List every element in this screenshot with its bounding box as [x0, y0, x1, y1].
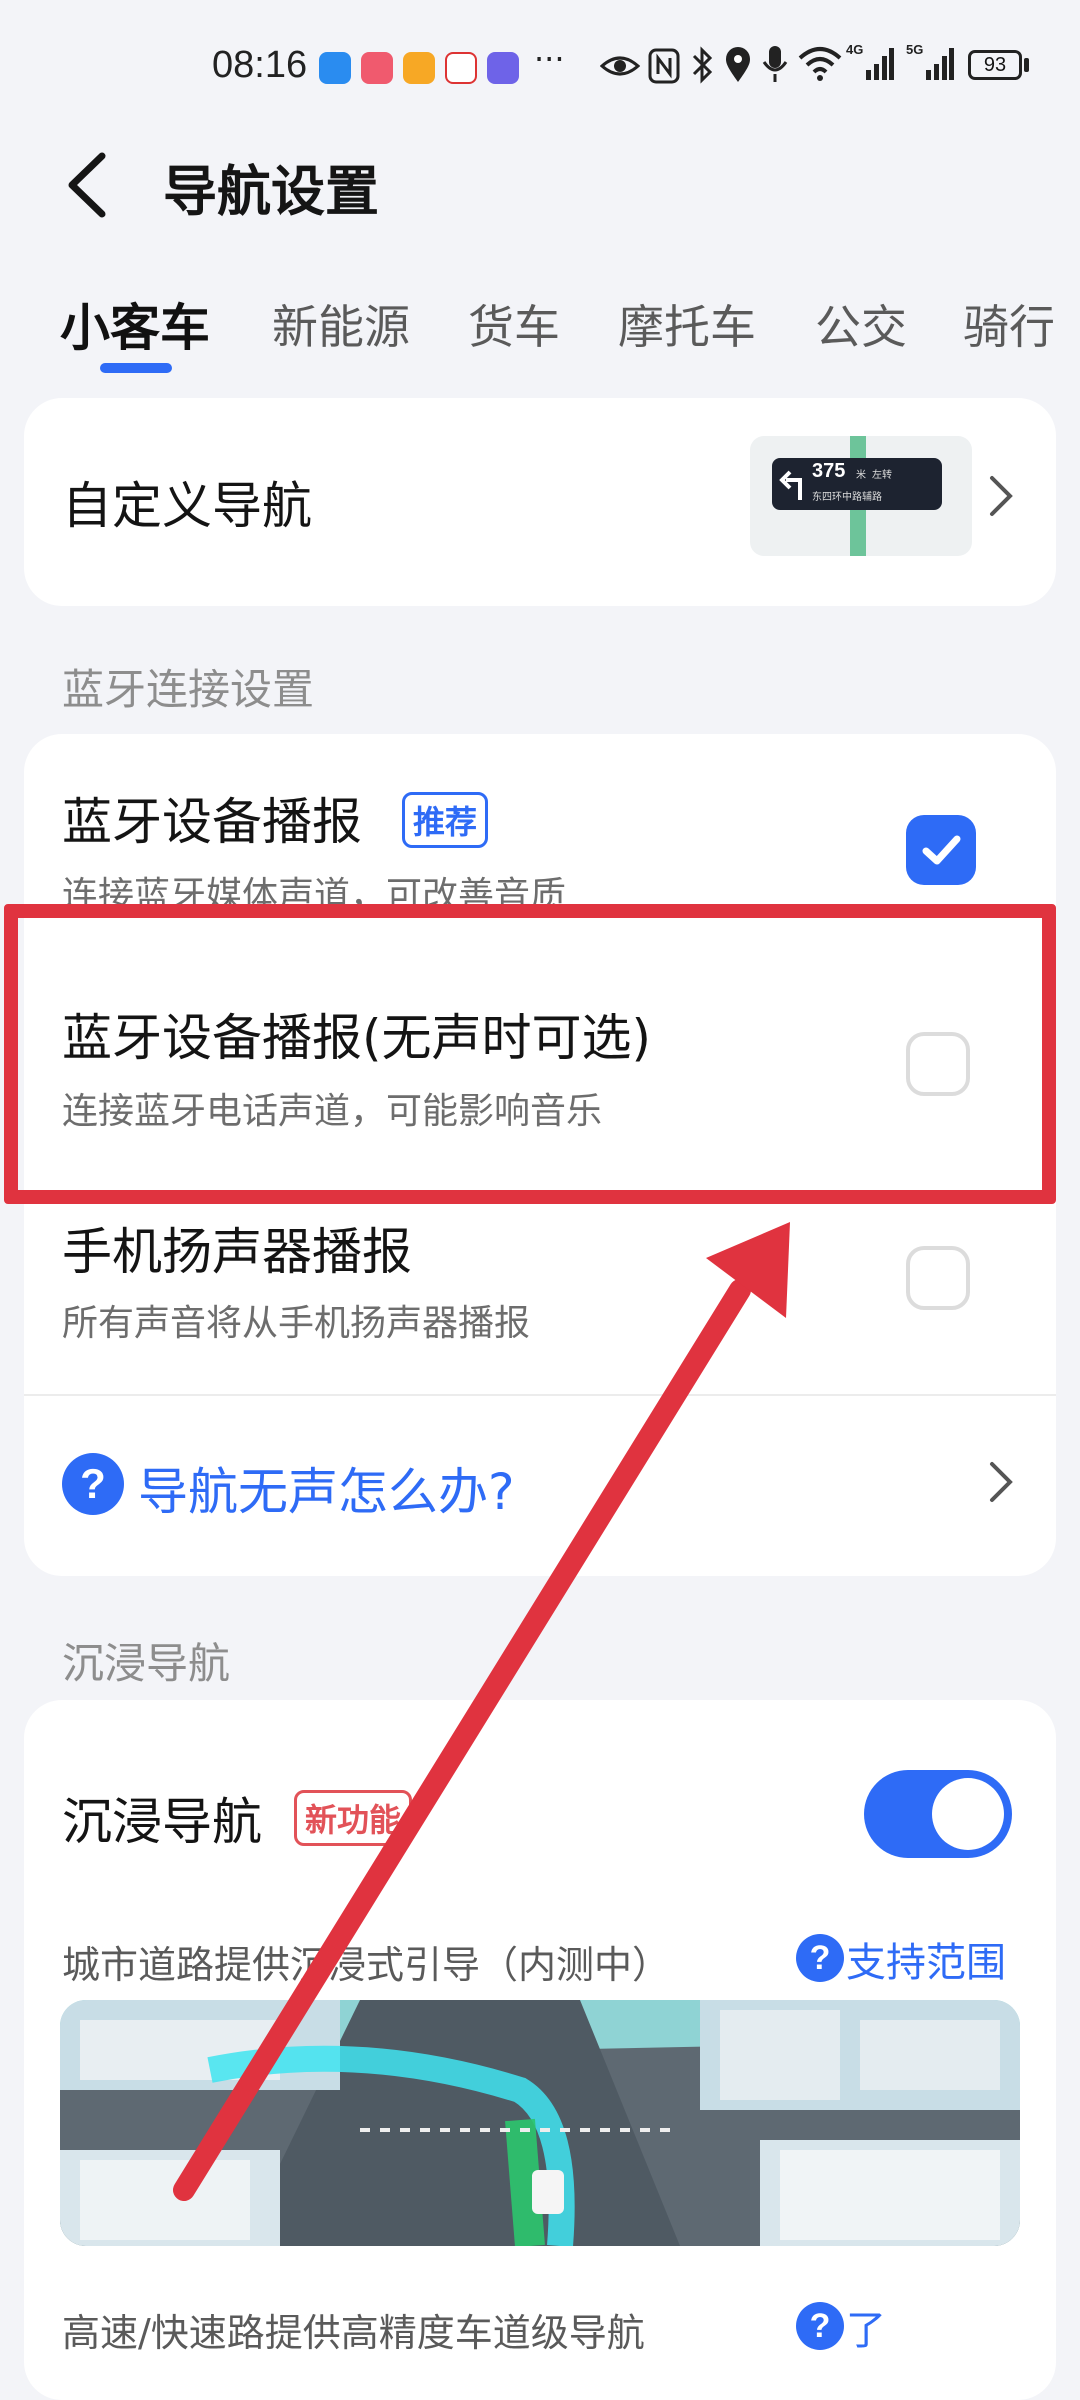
- highway-description: 高速/快速路提供高精度车道级导航: [62, 2311, 645, 2355]
- app-notification-icon: [445, 52, 477, 84]
- highlight-box: [4, 904, 1056, 1204]
- preview-distance: 375: [812, 460, 846, 482]
- mic-icon: [762, 46, 788, 82]
- battery-tip: [1024, 58, 1029, 72]
- svg-text:5G: 5G: [906, 42, 923, 57]
- location-icon: [726, 47, 750, 82]
- help-question-icon: ?: [796, 2302, 844, 2350]
- app-notification-icon: [319, 52, 351, 84]
- preview-unit: 米: [856, 470, 866, 481]
- chevron-right-icon[interactable]: [986, 1460, 1016, 1504]
- app-notification-icon: [361, 52, 393, 84]
- help-question-icon: ?: [62, 1453, 124, 1515]
- preview-banner: 375 米 左转 东四环中路辅路: [772, 458, 942, 510]
- tab-truck[interactable]: 货车: [468, 291, 560, 357]
- speaker-checkbox[interactable]: [906, 1246, 970, 1310]
- app-notification-icon: [403, 52, 435, 84]
- signal-4g-icon: 4G: [846, 42, 894, 80]
- bt-option-title: 手机扬声器播报: [62, 1223, 412, 1281]
- tab-bus[interactable]: 公交: [815, 291, 907, 357]
- no-sound-help-link[interactable]: 导航无声怎么办?: [138, 1452, 515, 1524]
- check-icon: [922, 835, 961, 865]
- custom-nav-preview: 375 米 左转 东四环中路辅路: [750, 436, 972, 556]
- immersive-title: 沉浸导航: [62, 1793, 262, 1851]
- bt-option-title: 蓝牙设备播报: [62, 793, 362, 851]
- immersive-section-label: 沉浸导航: [62, 1639, 231, 1688]
- chevron-right-icon[interactable]: [986, 474, 1016, 518]
- signal-5g-icon: 5G: [906, 42, 954, 80]
- app-notification-icon: [487, 52, 519, 84]
- bt-option-subtitle: 所有声音将从手机扬声器播报: [62, 1303, 531, 1344]
- svg-text:4G: 4G: [846, 42, 863, 57]
- tab-new-energy[interactable]: 新能源: [272, 291, 410, 357]
- status-time: 08:16: [212, 44, 308, 86]
- bluetooth-icon: [692, 46, 713, 84]
- tab-cycling[interactable]: 骑行: [963, 291, 1055, 357]
- immersive-preview-image: [60, 2000, 1020, 2246]
- page-title: 导航设置: [163, 160, 379, 223]
- turn-left-icon: [779, 470, 802, 500]
- nfc-icon: [648, 48, 680, 84]
- tab-indicator: [100, 363, 172, 373]
- toggle-knob: [932, 1778, 1004, 1850]
- new-feature-badge: 新功能: [294, 1790, 413, 1846]
- immersive-toggle[interactable]: [864, 1770, 1012, 1858]
- recommend-badge: 推荐: [402, 792, 489, 848]
- city-description: 城市道路提供沉浸式引导（内测中）: [62, 1943, 671, 1987]
- preview-road-name: 东四环中路辅路: [812, 492, 882, 503]
- bt-media-checkbox[interactable]: [906, 815, 976, 885]
- highway-info-link[interactable]: 了: [846, 2298, 886, 2356]
- back-arrow-icon[interactable]: [62, 150, 112, 220]
- tab-motorcycle[interactable]: 摩托车: [618, 291, 756, 357]
- support-range-link[interactable]: 支持范围: [846, 1930, 1006, 1988]
- more-notifications-icon: ···: [534, 40, 565, 78]
- eye-icon: [600, 56, 640, 76]
- bluetooth-section-label: 蓝牙连接设置: [62, 665, 315, 714]
- status-bar: 08:16 ··· 4G 5G 93: [0, 0, 1080, 135]
- help-question-icon: ?: [796, 1934, 844, 1982]
- tab-car[interactable]: 小客车: [60, 288, 210, 360]
- preview-turn: 左转: [872, 470, 892, 481]
- wifi-icon: [798, 47, 842, 81]
- custom-nav-label: 自定义导航: [62, 477, 312, 535]
- battery-indicator: 93: [968, 50, 1022, 80]
- divider: [24, 1394, 1056, 1396]
